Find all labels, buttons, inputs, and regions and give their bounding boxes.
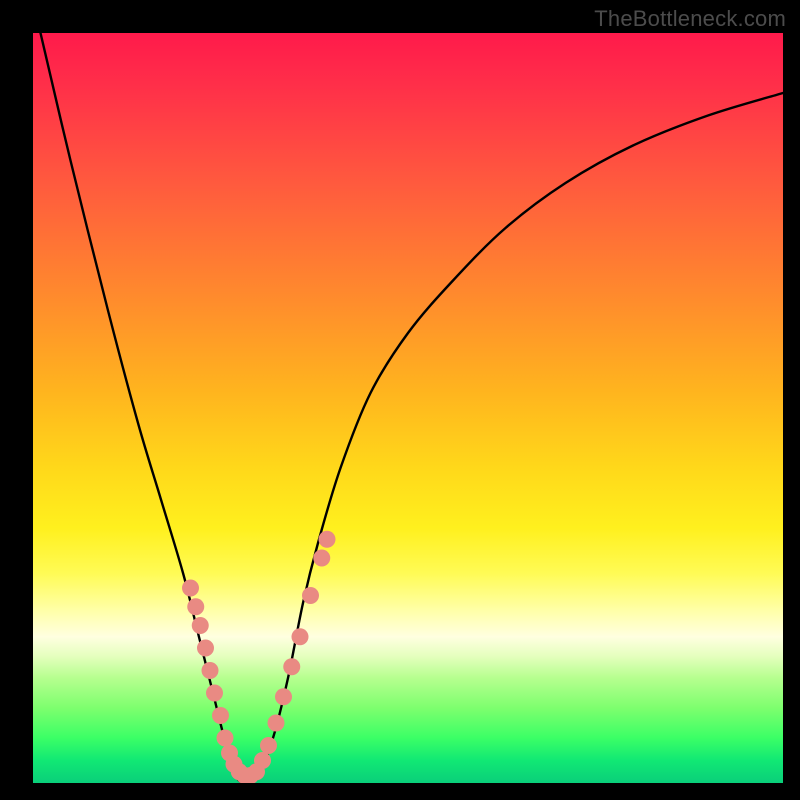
data-marker (260, 737, 277, 754)
data-marker (187, 598, 204, 615)
data-marker (275, 688, 292, 705)
data-marker (202, 662, 219, 679)
data-marker (217, 730, 234, 747)
data-marker (212, 707, 229, 724)
data-marker (197, 640, 214, 657)
curve-layer (33, 33, 783, 783)
data-marker (268, 715, 285, 732)
data-marker (254, 752, 271, 769)
data-marker (206, 685, 223, 702)
data-marker (292, 628, 309, 645)
bottleneck-curve-path (41, 33, 784, 783)
chart-frame: TheBottleneck.com (0, 0, 800, 800)
data-marker (192, 617, 209, 634)
data-marker (302, 587, 319, 604)
data-marker (319, 531, 336, 548)
data-marker (313, 550, 330, 567)
data-marker (182, 580, 199, 597)
watermark-text: TheBottleneck.com (594, 6, 786, 32)
plot-area (33, 33, 783, 783)
data-marker (283, 658, 300, 675)
